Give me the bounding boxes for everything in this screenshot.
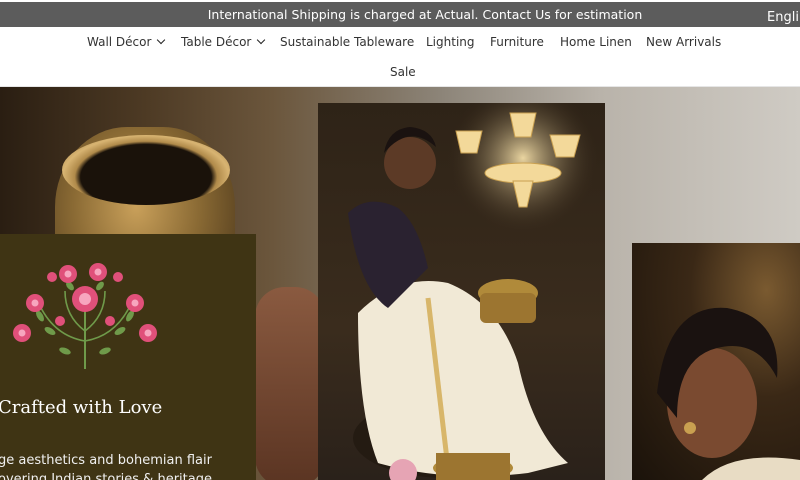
woman-in-saree-photo: [318, 103, 605, 480]
main-navigation: Wall Décor Table Décor Sustainable Table…: [0, 27, 800, 87]
chevron-down-icon: [157, 35, 166, 45]
announcement-bar: International Shipping is charged at Act…: [0, 2, 800, 27]
portrait-photo-art: [657, 307, 800, 480]
nav-item-label: Wall Décor: [87, 35, 152, 49]
nav-item-sale[interactable]: Sale: [390, 65, 416, 79]
hero-title: Crafted with Love: [0, 397, 163, 418]
hero-subtitle-line-2: overing Indian stories & heritage: [0, 472, 212, 480]
nav-item-label: Table Décor: [181, 35, 252, 49]
nav-item-home-linen[interactable]: Home Linen: [560, 35, 632, 49]
hero-subtitle-line-1: ge aesthetics and bohemian flair: [0, 453, 212, 468]
announcement-text: International Shipping is charged at Act…: [207, 7, 643, 22]
nav-item-table-decor[interactable]: Table Décor: [181, 35, 266, 49]
brass-pot-rim: [62, 135, 230, 205]
hero-text-card: Crafted with Love ge aesthetics and bohe…: [0, 234, 256, 480]
floral-motif-icon: [13, 263, 157, 369]
nav-item-sustainable-tableware[interactable]: Sustainable Tableware: [280, 35, 414, 49]
chevron-down-icon: [257, 35, 266, 45]
saree-photo-art: [348, 103, 598, 480]
nav-item-lighting[interactable]: Lighting: [426, 35, 475, 49]
woman-portrait-photo: [632, 243, 800, 480]
hand-photo: [255, 287, 325, 480]
language-selector[interactable]: Engli: [767, 10, 799, 25]
nav-item-new-arrivals[interactable]: New Arrivals: [646, 35, 721, 49]
hero-banner: Crafted with Love ge aesthetics and bohe…: [0, 87, 800, 480]
nav-item-furniture[interactable]: Furniture: [490, 35, 544, 49]
nav-item-wall-decor[interactable]: Wall Décor: [87, 35, 166, 49]
